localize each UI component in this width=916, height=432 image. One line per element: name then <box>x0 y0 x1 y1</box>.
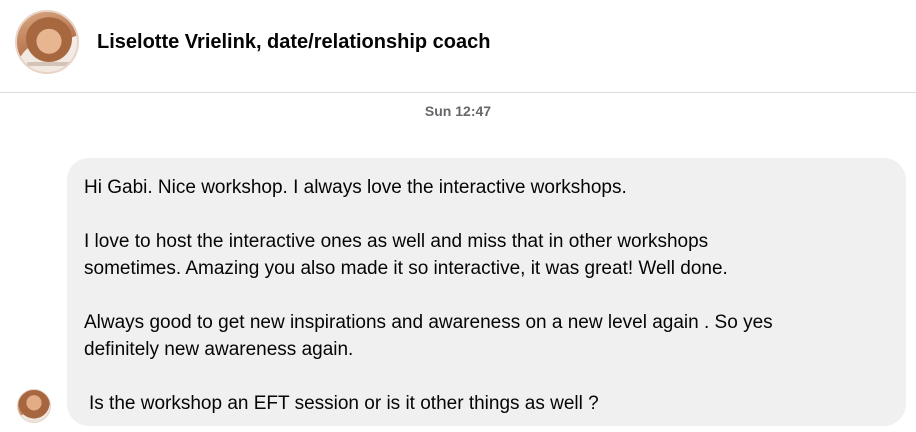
contact-name[interactable]: Liselotte Vrielink, date/relationship co… <box>97 31 490 54</box>
message-timestamp: Sun 12:47 <box>424 103 492 119</box>
message-paragraph-4: Is the workshop an EFT session or is it … <box>89 393 599 414</box>
avatar-face <box>26 16 72 62</box>
profile-photo-icon[interactable] <box>15 10 79 74</box>
conversation-header: Liselotte Vrielink, date/relationship co… <box>0 0 916 93</box>
message-paragraph-2: I love to host the interactive ones as w… <box>84 231 728 279</box>
message-paragraph-3: Always good to get new inspirations and … <box>84 312 773 360</box>
avatar-caption <box>27 62 71 66</box>
sender-photo-icon[interactable] <box>17 389 51 423</box>
message-paragraph-1: Hi Gabi. Nice workshop. I always love th… <box>84 177 627 198</box>
message-bubble[interactable]: Hi Gabi. Nice workshop. I always love th… <box>67 158 906 426</box>
